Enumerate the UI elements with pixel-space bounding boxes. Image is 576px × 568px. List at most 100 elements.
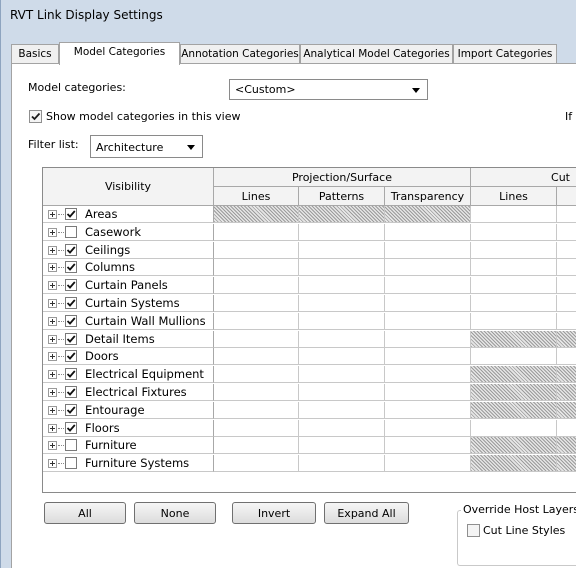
expand-icon[interactable] (48, 441, 57, 451)
expand-icon[interactable] (48, 210, 57, 219)
projection-patterns-cell[interactable] (299, 259, 385, 277)
projection-transparency-cell[interactable] (385, 295, 471, 312)
cut-patterns-cell[interactable] (557, 259, 576, 277)
cut-patterns-cell[interactable] (557, 242, 576, 259)
projection-patterns-cell[interactable] (299, 401, 385, 419)
projection-lines-cell[interactable] (214, 295, 299, 312)
expand-icon[interactable] (48, 316, 57, 326)
cut-lines-cell[interactable] (471, 206, 557, 223)
projection-transparency-cell[interactable] (385, 384, 471, 401)
expand-all-button[interactable]: Expand All (324, 502, 409, 524)
cut-patterns-cell[interactable] (557, 313, 576, 330)
projection-patterns-cell[interactable] (299, 366, 385, 384)
category-visibility-checkbox[interactable] (65, 297, 77, 309)
projection-patterns-cell[interactable] (299, 241, 385, 259)
tab-model-categories[interactable]: Model Categories (59, 42, 180, 65)
projection-lines-cell[interactable] (214, 241, 299, 259)
table-row[interactable]: Detail Items (43, 330, 576, 348)
projection-transparency-cell[interactable] (385, 419, 471, 437)
cut-lines-cell[interactable] (471, 348, 557, 366)
tab-annotation-categories[interactable]: Annotation Categories (180, 44, 300, 64)
projection-lines-cell[interactable] (214, 455, 299, 473)
visibility-header[interactable]: Visibility (43, 168, 214, 206)
expand-icon[interactable] (48, 388, 57, 397)
table-row[interactable]: Curtain Wall Mullions (43, 312, 576, 330)
projection-patterns-cell[interactable] (299, 437, 385, 455)
projection-transparency-cell[interactable] (385, 366, 471, 384)
category-visibility-checkbox[interactable] (65, 386, 77, 398)
projection-patterns-cell[interactable] (299, 295, 385, 312)
projection-lines-cell[interactable] (214, 419, 299, 437)
category-visibility-checkbox[interactable] (65, 332, 77, 345)
projection-transparency-cell[interactable] (385, 401, 471, 419)
projection-transparency-cell[interactable] (385, 277, 471, 295)
tab-basics[interactable]: Basics (11, 44, 59, 64)
projection-lines-cell[interactable] (214, 223, 299, 241)
table-row[interactable]: Curtain Systems (43, 295, 576, 312)
projection-patterns-cell[interactable] (299, 455, 385, 473)
projection-patterns-cell[interactable] (299, 348, 385, 366)
projection-transparency-cell[interactable] (385, 348, 471, 366)
table-row[interactable]: Furniture Systems (43, 455, 576, 473)
expand-icon[interactable] (48, 299, 57, 308)
projection-lines-cell[interactable] (214, 330, 299, 348)
table-row[interactable]: Entourage (43, 401, 576, 419)
table-row[interactable]: Doors (43, 348, 576, 366)
expand-icon[interactable] (48, 245, 57, 255)
projection-lines-cell[interactable] (214, 366, 299, 384)
cut-lines-cell[interactable] (471, 259, 557, 277)
cut-patterns-cell[interactable] (557, 295, 576, 312)
projection-patterns-cell[interactable] (299, 223, 385, 241)
category-visibility-checkbox[interactable] (65, 243, 77, 256)
category-visibility-checkbox[interactable] (65, 403, 77, 416)
category-visibility-checkbox[interactable] (65, 421, 77, 434)
table-row[interactable]: Ceilings (43, 241, 576, 259)
expand-icon[interactable] (48, 370, 57, 380)
cut-lines-cell[interactable] (471, 277, 557, 295)
projection-transparency-cell[interactable] (385, 223, 471, 241)
cut-line-styles-checkbox[interactable] (467, 524, 480, 537)
tab-import-categories[interactable]: Import Categories (453, 44, 557, 64)
projection-transparency-cell[interactable] (385, 455, 471, 473)
projection-patterns-cell[interactable] (299, 277, 385, 295)
table-row[interactable]: Floors (43, 419, 576, 437)
cut-patterns-cell[interactable] (557, 348, 576, 366)
projection-lines-cell[interactable] (214, 401, 299, 419)
model-categories-dropdown[interactable]: <Custom> (229, 79, 428, 100)
category-visibility-checkbox[interactable] (65, 350, 77, 363)
expand-icon[interactable] (48, 227, 57, 237)
cut-lines-cell[interactable] (471, 241, 557, 259)
visibility-grid[interactable]: Visibility Projection/Surface Cut Lines … (42, 167, 576, 493)
projection-patterns-cell[interactable] (299, 312, 385, 330)
table-row[interactable]: Casework (43, 223, 576, 241)
expand-icon[interactable] (48, 263, 57, 273)
cut-lines-cell[interactable] (471, 419, 557, 437)
projection-patterns-cell[interactable] (299, 330, 385, 348)
projection-transparency-cell[interactable] (385, 312, 471, 330)
table-row[interactable]: Areas (43, 206, 576, 223)
cut-lines-cell[interactable] (471, 223, 557, 241)
filter-list-dropdown[interactable]: Architecture (90, 135, 203, 158)
projection-transparency-cell[interactable] (385, 241, 471, 259)
table-row[interactable]: Furniture (43, 437, 576, 455)
cut-lines-cell[interactable] (471, 312, 557, 330)
invert-button[interactable]: Invert (232, 502, 316, 524)
show-categories-checkbox[interactable] (29, 110, 42, 123)
cut-lines-cell[interactable] (471, 295, 557, 312)
expand-icon[interactable] (48, 459, 57, 469)
projection-lines-cell[interactable] (214, 259, 299, 277)
expand-icon[interactable] (48, 405, 57, 415)
expand-icon[interactable] (48, 281, 57, 291)
projection-lines-cell[interactable] (214, 384, 299, 401)
category-visibility-checkbox[interactable] (65, 457, 77, 470)
expand-icon[interactable] (48, 423, 57, 433)
projection-patterns-cell[interactable] (299, 384, 385, 401)
table-row[interactable]: Electrical Fixtures (43, 384, 576, 401)
tab-analytical-model-categories[interactable]: Analytical Model Categories (300, 44, 453, 64)
all-button[interactable]: All (44, 502, 126, 524)
category-visibility-checkbox[interactable] (65, 261, 77, 274)
category-visibility-checkbox[interactable] (65, 208, 77, 220)
cut-patterns-cell[interactable] (557, 420, 576, 437)
expand-icon[interactable] (48, 352, 57, 362)
category-visibility-checkbox[interactable] (65, 279, 77, 292)
